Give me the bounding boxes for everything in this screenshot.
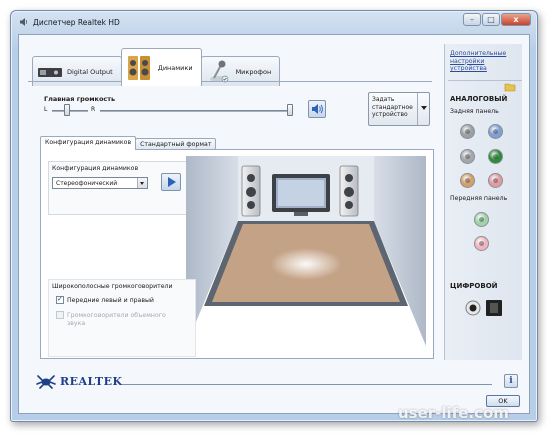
tab-label: Digital Output (67, 67, 113, 76)
front-jack-green[interactable] (474, 212, 489, 227)
speaker-config-select[interactable]: Стереофонический (52, 177, 148, 189)
speaker-app-icon (20, 18, 28, 26)
tab-divider (28, 81, 432, 82)
analog-title: АНАЛОГОВЫЙ (450, 95, 508, 103)
tab-speakers[interactable]: Динамики (120, 48, 202, 86)
tab-label: Динамики (157, 63, 193, 72)
folder-note-icon[interactable] (504, 82, 516, 92)
speakers-icon (127, 55, 150, 80)
rear-jack-green[interactable] (488, 149, 503, 164)
right-speaker-icon (339, 165, 359, 217)
left-speaker-icon (241, 165, 261, 217)
master-volume-track[interactable] (100, 110, 292, 112)
watermark-text: user-life.com (398, 404, 509, 422)
fullrange-speakers-title: Широкополосные громкоговорители (52, 283, 173, 290)
maximize-button[interactable]: □ (482, 13, 500, 26)
balance-slider-track[interactable] (52, 110, 88, 112)
surround-label: Громкоговорители объемного звука (67, 312, 166, 327)
front-lr-checkbox[interactable] (56, 295, 64, 304)
advanced-device-settings-link[interactable]: Дополнительные настройки устройства (450, 50, 520, 73)
chevron-down-icon (137, 178, 147, 188)
close-button[interactable]: x (501, 13, 531, 26)
front-lr-label: Передние левый и правый (67, 297, 154, 304)
device-tabs: Digital Output Динамики Микрофон (32, 44, 281, 86)
digital-output-icon (38, 67, 62, 77)
front-jack-pink[interactable] (474, 236, 489, 251)
window-title: Диспетчер Realtek HD (33, 18, 120, 27)
side-divider (448, 80, 522, 81)
speaker-volume-icon (312, 104, 323, 114)
digital-title: ЦИФРОВОЙ (450, 282, 498, 290)
tab-label: Микрофон (235, 67, 272, 76)
rear-jack-orange[interactable] (460, 173, 475, 188)
tab-speaker-configuration[interactable]: Конфигурация динамиков (40, 136, 137, 150)
digital-ports (465, 300, 502, 316)
rear-jack-grey[interactable] (460, 124, 475, 139)
rear-jack-grey-2[interactable] (460, 149, 475, 164)
rear-jack-blue[interactable] (488, 124, 503, 139)
chevron-down-icon (417, 93, 429, 125)
front-panel-label: Передняя панель (450, 195, 508, 202)
tv-icon (272, 174, 330, 216)
minimize-button[interactable]: – (463, 13, 481, 26)
realtek-crab-icon (36, 375, 56, 389)
coaxial-port-icon[interactable] (465, 300, 481, 316)
rear-jack-pink[interactable] (488, 173, 503, 188)
speaker-config-label: Конфигурация динамиков (52, 165, 139, 172)
rear-panel-label: Задняя панель (450, 108, 499, 115)
optical-port-icon[interactable] (486, 300, 502, 316)
listener-spot (270, 248, 342, 280)
set-default-device-button[interactable]: Задать стандартное устройство (368, 92, 430, 126)
footer-divider (122, 384, 492, 385)
play-test-button[interactable] (161, 173, 181, 191)
info-button[interactable]: i (504, 374, 518, 388)
title-bar: Диспетчер Realtek HD – □ x (11, 11, 537, 35)
config-tabs: Конфигурация динамиков Стандартный форма… (40, 136, 217, 150)
speaker-room-illustration (186, 156, 426, 346)
balance-slider-thumb[interactable] (64, 104, 70, 116)
master-volume-label: Главная громкость (44, 95, 116, 103)
mute-button[interactable] (308, 100, 326, 118)
balance-right-label: R (91, 106, 96, 113)
set-default-device-label: Задать стандартное устройство (372, 96, 413, 118)
speaker-config-value: Стереофонический (56, 180, 118, 187)
surround-checkbox[interactable] (56, 311, 64, 319)
master-volume-thumb[interactable] (287, 104, 293, 116)
realtek-logo: REALTEK (60, 375, 123, 388)
balance-left-label: L (44, 106, 48, 113)
